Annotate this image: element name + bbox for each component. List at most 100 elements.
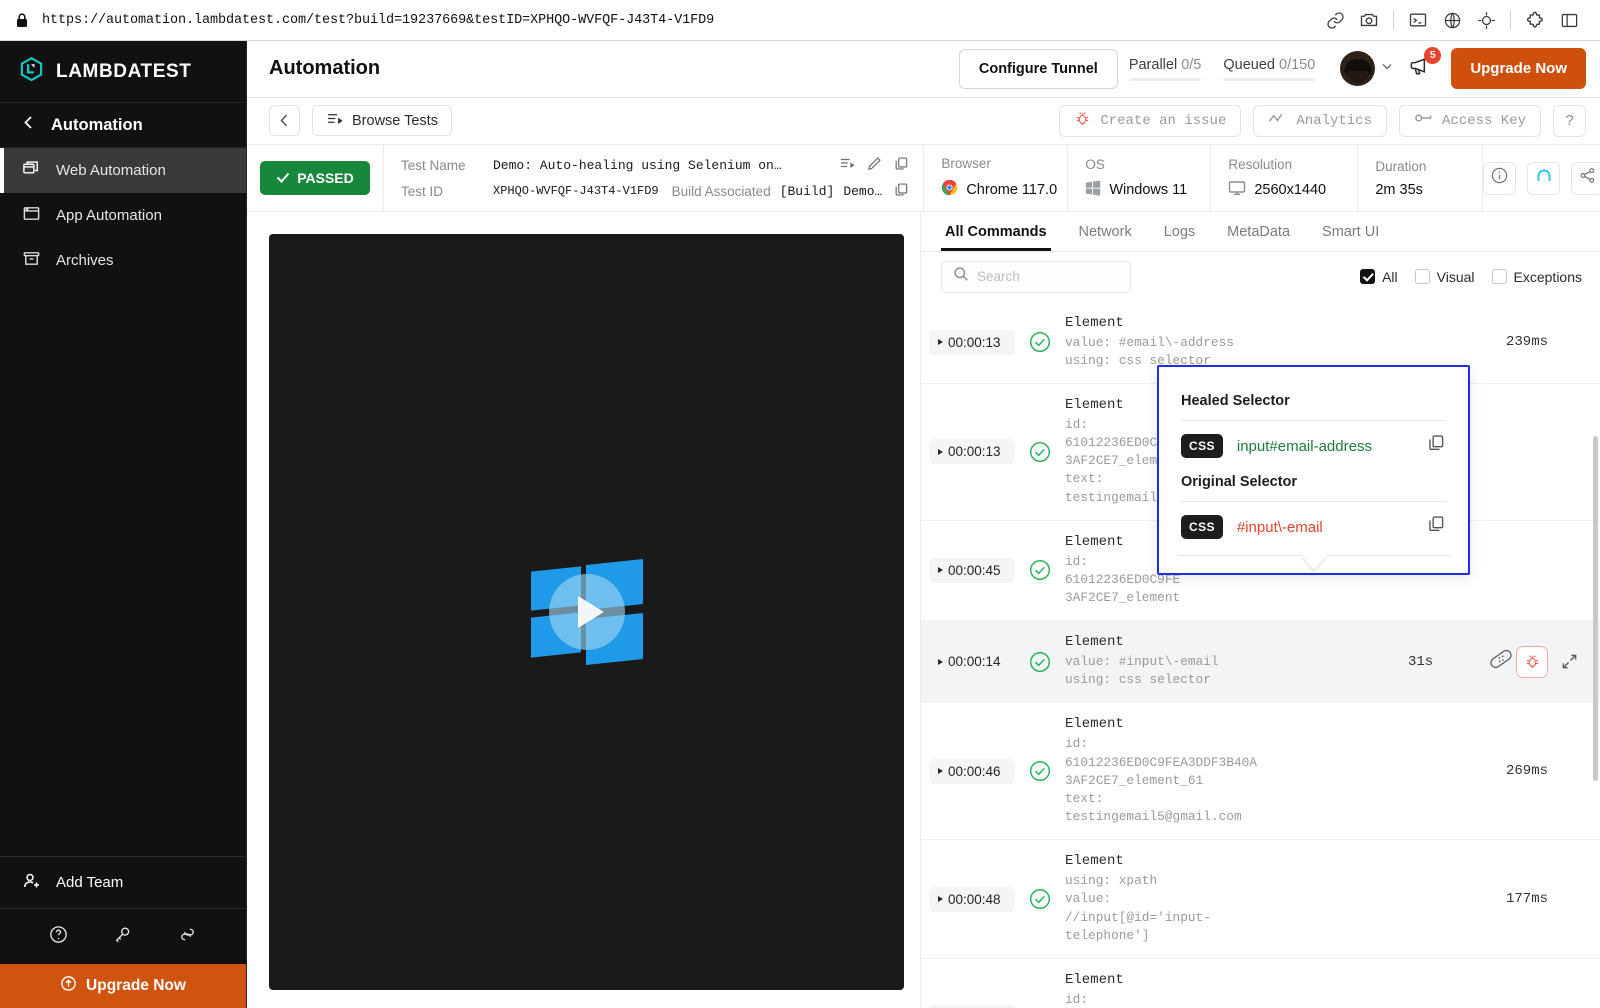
- analytics-button[interactable]: Analytics: [1253, 105, 1387, 137]
- chevron-left-icon[interactable]: [22, 115, 35, 135]
- copy-icon[interactable]: [894, 182, 909, 200]
- back-button[interactable]: [269, 105, 300, 136]
- sidebar-item-web-automation[interactable]: Web Automation: [0, 148, 246, 193]
- row-command-title: Element: [1065, 634, 1402, 650]
- popup-arrow: [1301, 555, 1327, 570]
- terminal-icon[interactable]: [1401, 8, 1435, 32]
- create-an-issue-button[interactable]: Create an issue: [1059, 105, 1241, 137]
- row-time-label: 00:00:48: [948, 892, 1001, 907]
- sidebar-item-app-automation[interactable]: App Automation: [0, 193, 246, 238]
- key-icon: [1414, 111, 1433, 130]
- row-command: Element using: xpath value: //input[@id=…: [1065, 853, 1500, 945]
- copy-icon[interactable]: [1427, 515, 1446, 539]
- filter-visual-checkbox[interactable]: [1415, 269, 1430, 284]
- sidebar-item-label: App Automation: [56, 207, 162, 224]
- add-team-button[interactable]: Add Team: [0, 856, 246, 908]
- row-bug-button[interactable]: [1516, 646, 1548, 678]
- video-player[interactable]: [269, 234, 904, 990]
- help-circle-icon[interactable]: [48, 924, 69, 950]
- popup-footer: [1177, 555, 1450, 573]
- test-id-label: Test ID: [401, 184, 493, 199]
- link-icon[interactable]: [1318, 8, 1352, 32]
- row-status-icon: [1015, 558, 1065, 582]
- globe-icon[interactable]: [1435, 8, 1469, 32]
- camera-icon[interactable]: [1352, 8, 1386, 32]
- notification-badge: 5: [1424, 47, 1441, 64]
- parallel-value: 0/5: [1181, 57, 1201, 73]
- table-row[interactable]: 00:00:46 Element id: 61012236ED0C9FEA3DD…: [921, 703, 1600, 840]
- filter-exceptions[interactable]: Exceptions: [1492, 269, 1582, 285]
- parallel-stat: Parallel 0/5: [1118, 57, 1213, 81]
- env-resolution-value: 2560x1440: [1254, 182, 1326, 198]
- row-duration: 177ms: [1500, 891, 1582, 907]
- filter-all-checkbox[interactable]: [1360, 269, 1375, 284]
- test-id-row: Test ID XPHQO-WVFQF-J43T4-V1FD9 Build As…: [401, 182, 909, 200]
- puzzle-icon[interactable]: [1518, 8, 1552, 32]
- search-input[interactable]: [977, 269, 1119, 284]
- sidebar-tools: [0, 908, 246, 964]
- tab-metadata[interactable]: MetaData: [1211, 212, 1306, 251]
- tab-logs[interactable]: Logs: [1148, 212, 1211, 251]
- target-icon[interactable]: [1469, 8, 1503, 32]
- sidebar-section-header[interactable]: Automation: [0, 103, 246, 148]
- browse-tests-button[interactable]: Browse Tests: [312, 105, 452, 136]
- create-an-issue-label: Create an issue: [1100, 113, 1226, 129]
- tab-all-commands[interactable]: All Commands: [929, 212, 1063, 251]
- brand-logo[interactable]: LAMBDATEST: [0, 41, 246, 103]
- copy-icon[interactable]: [894, 156, 909, 174]
- row-expand-button[interactable]: [1556, 649, 1582, 675]
- row-timestamp[interactable]: 00:00:13: [929, 330, 1015, 355]
- test-id-value: XPHQO-WVFQF-J43T4-V1FD9: [493, 184, 659, 198]
- link-chain-icon[interactable]: [177, 924, 198, 950]
- vertical-scrollbar[interactable]: [1593, 436, 1598, 781]
- row-timestamp[interactable]: 00:00:14: [929, 649, 1015, 674]
- key-icon[interactable]: [112, 924, 133, 950]
- css-tag: CSS: [1181, 434, 1223, 458]
- table-row[interactable]: 00:00:48 Element id: 61012236ED0C9FEA3DD…: [921, 959, 1600, 1008]
- browse-list-icon[interactable]: [839, 156, 855, 174]
- user-menu[interactable]: [1340, 51, 1394, 86]
- row-command-details: value: #input\-email using: css selector: [1065, 653, 1402, 689]
- queued-value: 0/150: [1279, 57, 1315, 73]
- content-split: All Commands Network Logs MetaData Smart…: [247, 212, 1600, 1008]
- row-timestamp[interactable]: 00:00:13: [929, 439, 1015, 464]
- tab-network[interactable]: Network: [1063, 212, 1148, 251]
- sub-toolbar: Browse Tests Create an issue Analytics: [247, 98, 1600, 146]
- search-box[interactable]: [941, 261, 1131, 293]
- sidebar-item-archives[interactable]: Archives: [0, 238, 246, 283]
- browse-tests-label: Browse Tests: [352, 113, 438, 129]
- chevron-down-icon[interactable]: [1380, 59, 1394, 78]
- help-button[interactable]: ?: [1553, 105, 1586, 137]
- filter-exceptions-checkbox[interactable]: [1492, 269, 1507, 284]
- bandage-heal-icon[interactable]: [1486, 644, 1516, 679]
- sidebar-item-label: Archives: [56, 252, 114, 269]
- avatar[interactable]: [1340, 51, 1375, 86]
- table-row[interactable]: 00:00:48 Element using: xpath value: //i…: [921, 840, 1600, 959]
- sidebar-upgrade-button[interactable]: Upgrade Now: [0, 964, 246, 1008]
- row-timestamp[interactable]: 00:00:48: [929, 887, 1015, 912]
- share-icon-button[interactable]: [1571, 162, 1600, 195]
- magnet-icon-button[interactable]: [1527, 162, 1560, 195]
- build-value: Demo…: [843, 184, 882, 199]
- row-timestamp[interactable]: 00:00:45: [929, 558, 1015, 583]
- row-timestamp[interactable]: 00:00:46: [929, 759, 1015, 784]
- upgrade-now-button[interactable]: Upgrade Now: [1451, 48, 1586, 89]
- sidebar-panel-icon[interactable]: [1552, 8, 1586, 32]
- table-row-selected[interactable]: 00:00:14 Element value: #input\-email us…: [921, 621, 1600, 703]
- row-actions: [1516, 646, 1582, 678]
- lambdatest-logo-icon: [18, 56, 45, 88]
- filter-all[interactable]: All: [1360, 269, 1398, 285]
- address-bar-url[interactable]: https://automation.lambdatest.com/test?b…: [42, 13, 714, 28]
- copy-icon[interactable]: [1427, 434, 1446, 458]
- filter-visual[interactable]: Visual: [1415, 269, 1475, 285]
- access-key-button[interactable]: Access Key: [1399, 105, 1541, 137]
- tab-smart-ui[interactable]: Smart UI: [1306, 212, 1395, 251]
- log-filters: All Visual Exceptions: [1360, 269, 1582, 285]
- row-status-icon: [1015, 887, 1065, 911]
- configure-tunnel-button[interactable]: Configure Tunnel: [959, 49, 1118, 89]
- notifications-button[interactable]: 5: [1408, 54, 1433, 84]
- info-icon-button[interactable]: [1483, 162, 1516, 195]
- edit-pencil-icon[interactable]: [867, 156, 882, 174]
- play-button[interactable]: [549, 574, 625, 650]
- env-browser: Browser Chrome 117.0: [923, 145, 1067, 211]
